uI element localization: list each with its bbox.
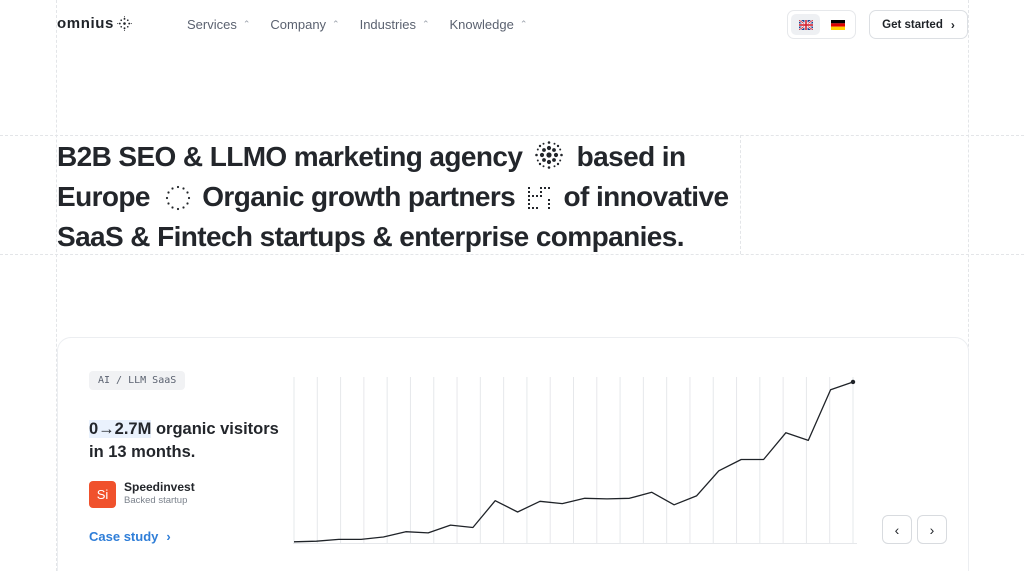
industry-tag: AI / LLM SaaS (89, 371, 186, 390)
nav-item-label: Industries (359, 17, 416, 32)
nav-item-label: Company (270, 17, 327, 32)
nav-item-label: Services (187, 17, 237, 32)
chevron-right-icon: › (950, 17, 955, 32)
nav-item-label: Knowledge (449, 17, 514, 32)
chevron-left-icon: ‹ (894, 521, 900, 538)
next-case-button[interactable]: › (917, 515, 947, 544)
get-started-label: Get started (882, 18, 943, 31)
chevron-updown-icon: ⌃ (332, 19, 340, 29)
logo[interactable]: omnius (57, 15, 132, 32)
previous-case-button[interactable]: ‹ (882, 515, 912, 544)
logo-sphere-icon (117, 16, 132, 31)
logo-text: omnius (57, 15, 114, 32)
nav-item-company[interactable]: Company ⌃ (270, 17, 339, 32)
nav-item-industries[interactable]: Industries ⌃ (360, 17, 430, 32)
chevron-updown-icon: ⌃ (242, 19, 251, 29)
company-name: Speedinvest (124, 480, 195, 494)
chevron-right-icon: › (166, 529, 171, 544)
chart-end-point (850, 379, 856, 385)
case-study-link-label: Case study (89, 529, 159, 544)
site-header: omnius Services ⌃ Company ⌃ Industries ⌃ (0, 0, 1024, 50)
chevron-right-icon: › (929, 521, 935, 538)
guide-line-top (0, 135, 1024, 136)
germany-flag-icon (830, 19, 845, 30)
get-started-button[interactable]: Get started › (869, 10, 968, 39)
chevron-updown-icon: ⌃ (519, 19, 528, 29)
language-en-button[interactable] (791, 14, 820, 35)
case-headline-metric: 0→2.7M (89, 420, 152, 438)
hero-text-1: B2B SEO & LLMO marketing agency (57, 141, 523, 172)
language-de-button[interactable] (823, 14, 852, 35)
dot-sphere-icon (535, 141, 564, 169)
growth-chart (293, 377, 857, 544)
dotted-square-icon (528, 187, 551, 209)
nav-item-services[interactable]: Services ⌃ (187, 17, 250, 32)
hero-text-3: Organic growth partners (202, 181, 516, 212)
language-switcher (787, 10, 856, 39)
company-info: Si Speedinvest Backed startup (89, 480, 195, 508)
case-study-link[interactable]: Case study › (89, 529, 171, 544)
hero-headline: B2B SEO & LLMO marketing agency based in… (57, 137, 747, 257)
uk-flag-icon (798, 19, 813, 30)
company-subtitle: Backed startup (124, 495, 188, 506)
chevron-updown-icon: ⌃ (421, 19, 430, 29)
main-nav: Services ⌃ Company ⌃ Industries ⌃ Knowle… (187, 17, 527, 32)
nav-item-knowledge[interactable]: Knowledge ⌃ (450, 17, 528, 32)
dotted-circle-icon (165, 185, 191, 211)
company-logo: Si (89, 480, 116, 508)
case-headline: 0→2.7M organic visitors in 13 months. (89, 418, 279, 464)
